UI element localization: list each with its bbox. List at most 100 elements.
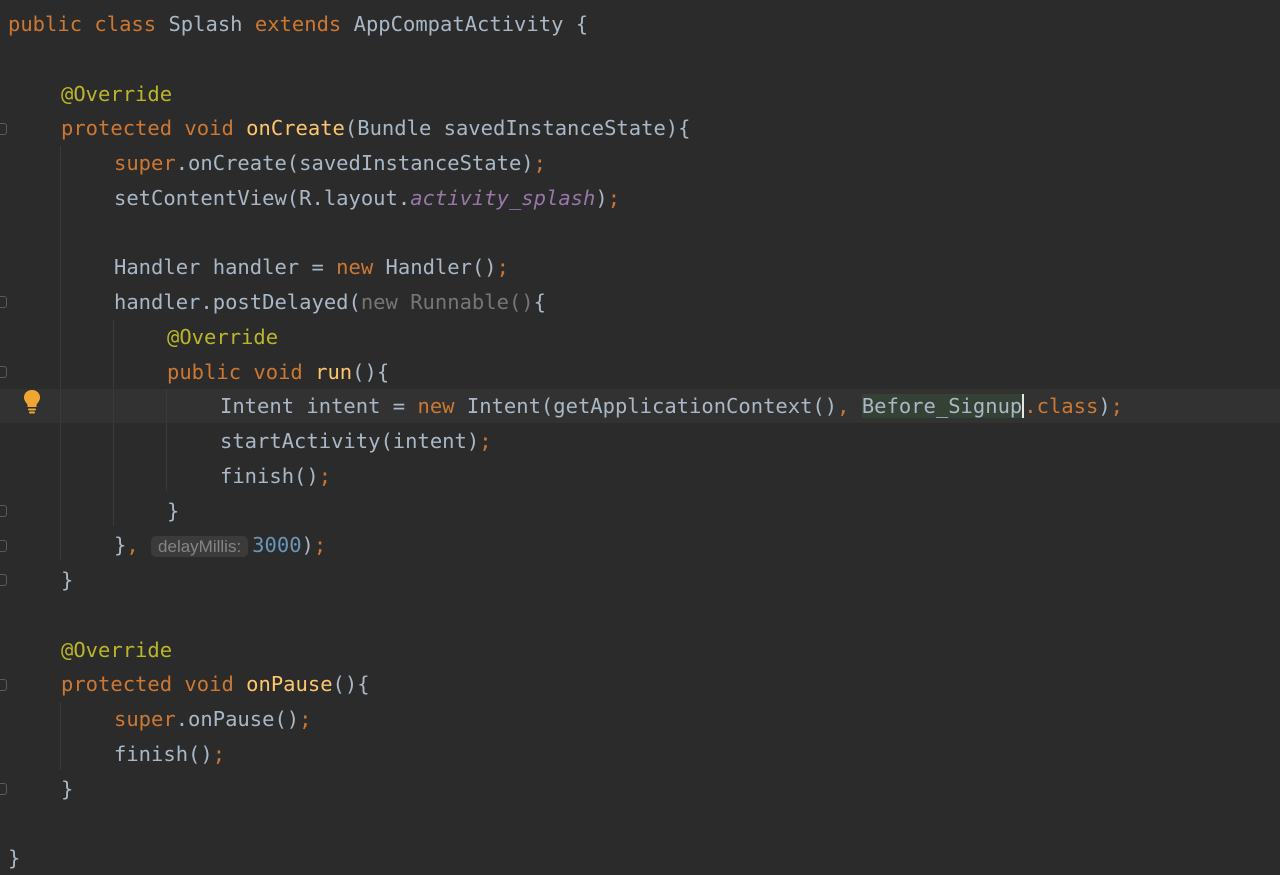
code-text[interactable]: setContentView(R.layout.activity_splash)… [114,181,620,215]
code-line[interactable] [0,42,1280,76]
code-line[interactable]: startActivity(intent); [0,424,1280,458]
code-token: activity_splash [410,186,596,210]
code-text[interactable]: } [167,494,179,528]
code-token: extends [254,12,354,36]
code-token: public class [8,12,169,36]
code-line[interactable]: public class Splash extends AppCompatAct… [0,7,1280,41]
code-token: (){ [332,672,370,696]
code-token: ) [595,186,608,210]
code-line[interactable]: Handler handler = new Handler(); [0,250,1280,284]
code-line[interactable] [0,216,1280,250]
indent-guide [113,320,114,526]
code-token: ; [318,464,332,488]
code-token: new [417,394,467,418]
code-token: , [837,394,862,418]
code-token: .onCreate(savedInstanceState) [175,151,534,175]
indent-guide [60,146,61,560]
code-token: protected void [61,672,247,696]
code-token: Intent intent = [220,394,418,418]
code-token: startActivity(intent) [220,429,480,453]
code-text[interactable]: finish(); [114,737,225,771]
code-text[interactable]: super.onCreate(savedInstanceState); [114,146,546,180]
code-text[interactable]: public class Splash extends AppCompatAct… [8,7,588,41]
code-token: Splash [168,12,255,36]
code-token: ; [212,742,226,766]
code-token: run [315,360,353,384]
code-token: { [533,290,546,314]
code-token: } [114,533,127,557]
code-token: } [61,568,74,592]
code-text[interactable]: @Override [167,320,278,354]
code-line[interactable]: public void run(){ [0,355,1280,389]
code-token: .class [1024,394,1099,418]
fold-marker-icon[interactable] [0,123,7,135]
code-text[interactable]: Intent intent = new Intent(getApplicatio… [220,389,1123,423]
code-token: ; [496,255,509,279]
fold-marker-icon[interactable] [0,505,7,517]
code-token: handler.postDelayed( [114,290,361,314]
code-token: finish() [220,464,319,488]
code-line[interactable]: }, delayMillis: 3000); [0,528,1280,562]
fold-marker-icon[interactable] [0,679,7,691]
code-token: new [336,255,386,279]
code-text[interactable]: handler.postDelayed(new Runnable(){ [114,285,546,319]
code-token: public void [167,360,316,384]
code-text[interactable]: @Override [61,633,172,667]
fold-marker-icon[interactable] [0,783,7,795]
code-text[interactable]: protected void onCreate(Bundle savedInst… [61,111,690,145]
code-editor[interactable]: }} finish(); super.onPause(); protected voi… [0,0,1280,875]
code-token: super [114,707,176,731]
code-line[interactable]: super.onCreate(savedInstanceState); [0,146,1280,180]
code-text[interactable]: finish(); [220,459,331,493]
code-text[interactable]: startActivity(intent); [220,424,492,458]
code-line[interactable]: super.onPause(); [0,702,1280,736]
code-token: ; [479,429,492,453]
code-line[interactable]: } [0,841,1280,875]
code-text[interactable]: super.onPause(); [114,702,311,736]
fold-marker-icon[interactable] [0,366,7,378]
code-token: ) [301,533,314,557]
code-text[interactable]: Handler handler = new Handler(); [114,250,509,284]
code-line[interactable]: protected void onCreate(Bundle savedInst… [0,111,1280,145]
code-line[interactable]: } [0,563,1280,597]
code-line[interactable]: @Override [0,633,1280,667]
code-token: super [114,151,176,175]
code-text[interactable]: @Override [61,77,172,111]
fold-marker-icon[interactable] [0,574,7,586]
code-token: ; [1110,394,1124,418]
code-text[interactable]: public void run(){ [167,355,389,389]
code-text[interactable]: } [61,563,73,597]
code-line[interactable]: @Override [0,320,1280,354]
code-line[interactable]: } [0,772,1280,806]
code-line[interactable]: } [0,494,1280,528]
indent-guide [166,389,167,491]
code-line[interactable]: @Override [0,77,1280,111]
code-line[interactable]: protected void onPause(){ [0,667,1280,701]
fold-marker-icon[interactable] [0,540,7,552]
code-text[interactable]: protected void onPause(){ [61,667,370,701]
code-line[interactable]: finish(); [0,459,1280,493]
code-token: (Bundle savedInstanceState){ [344,116,691,140]
code-token: setContentView(R.layout. [114,186,411,210]
fold-marker-icon[interactable] [0,296,7,308]
code-token: } [167,499,180,523]
code-token: AppCompatActivity { [353,12,589,36]
code-line[interactable]: finish(); [0,737,1280,771]
code-line[interactable] [0,806,1280,840]
code-token: Before_Signup [861,394,1023,418]
code-token: .onPause() [175,707,300,731]
code-text[interactable]: } [8,841,20,875]
code-line-current[interactable]: Intent intent = new Intent(getApplicatio… [0,389,1280,423]
code-line[interactable]: setContentView(R.layout.activity_splash)… [0,181,1280,215]
code-text[interactable]: } [61,772,73,806]
code-token: ; [607,186,621,210]
code-token: Handler handler = [114,255,337,279]
code-token: finish() [114,742,213,766]
code-line[interactable]: handler.postDelayed(new Runnable(){ [0,285,1280,319]
code-token: new Runnable() [360,290,534,314]
lightbulb-icon[interactable] [23,389,41,415]
code-token: onPause [246,672,333,696]
code-text[interactable]: }, delayMillis: 3000); [114,528,326,564]
code-line[interactable] [0,598,1280,632]
code-token: Intent(getApplicationContext() [466,394,838,418]
